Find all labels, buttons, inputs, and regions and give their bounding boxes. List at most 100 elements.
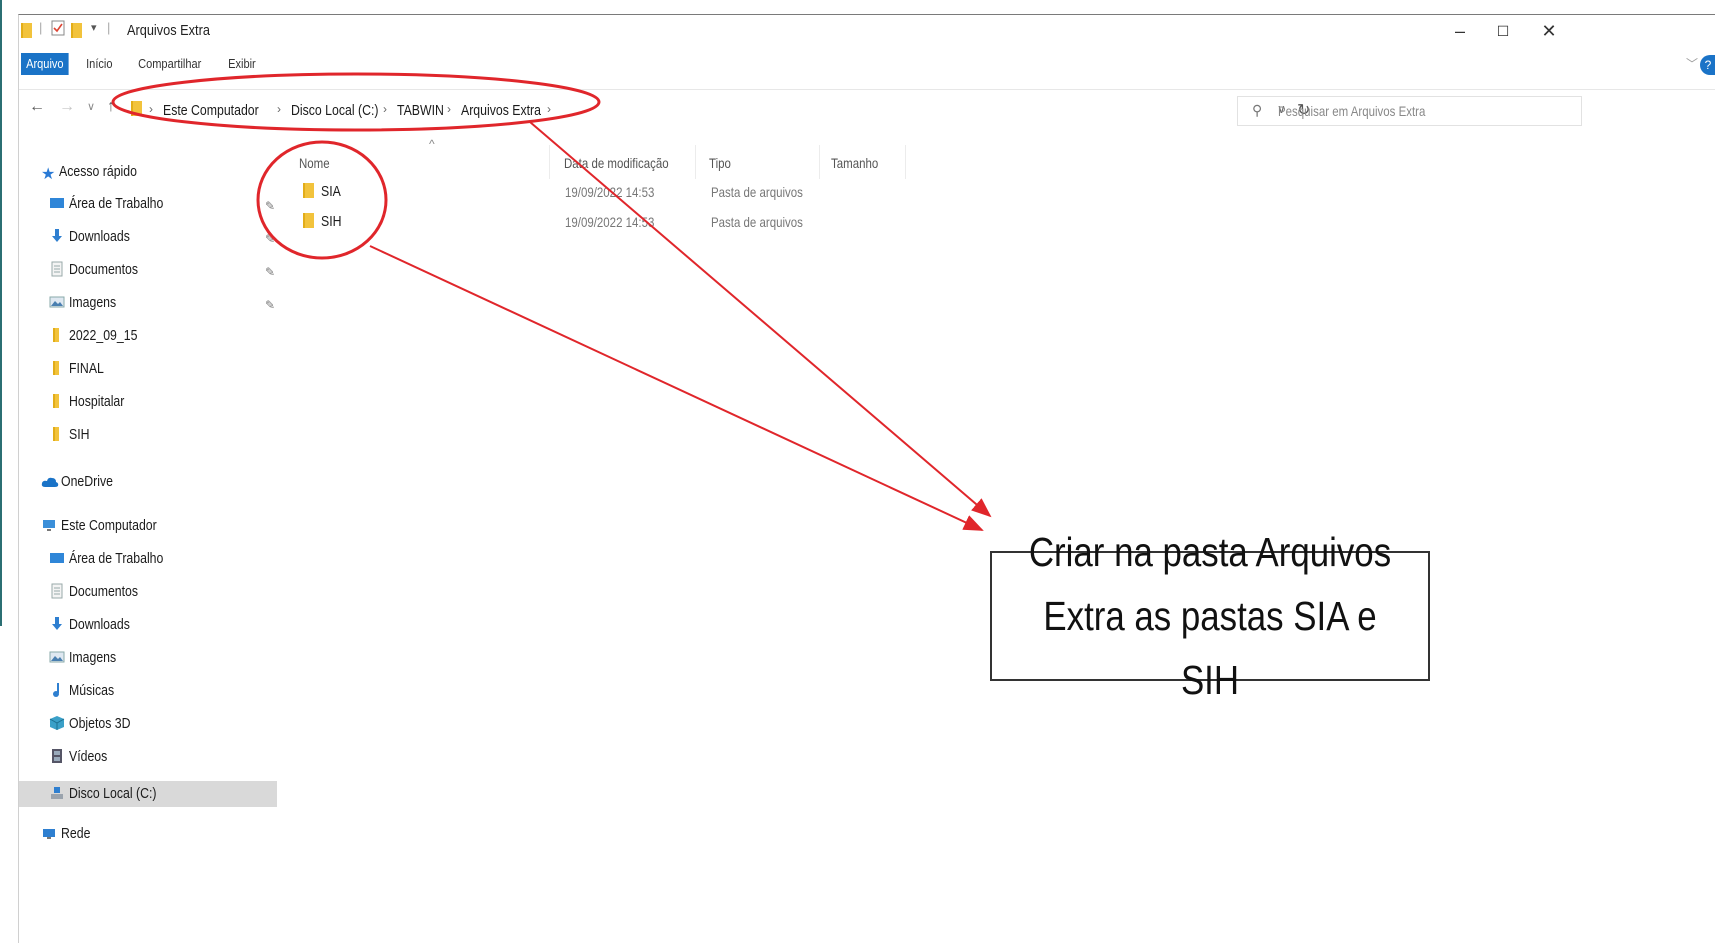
close-button[interactable]: ✕: [1529, 19, 1569, 43]
search-icon: ⚲: [1252, 102, 1263, 118]
instruction-callout: Criar na pasta Arquivos Extra as pastas …: [990, 529, 1430, 703]
breadcrumb-disco-local[interactable]: Disco Local (C:): [291, 102, 378, 119]
up-arrow-icon[interactable]: ↑: [107, 98, 115, 116]
star-icon: ★: [41, 166, 56, 183]
tab-exibir[interactable]: Exibir: [223, 53, 261, 75]
column-divider[interactable]: [549, 145, 550, 179]
file-row[interactable]: SIH 19/09/2022 14:53 Pasta de arquivos: [301, 209, 831, 237]
expand-ribbon-chevron-icon[interactable]: ﹀: [1686, 55, 1698, 72]
document-icon: [49, 261, 65, 277]
video-icon: [49, 748, 65, 764]
column-header-tipo[interactable]: Tipo: [709, 155, 731, 171]
pin-icon[interactable]: ✎: [265, 265, 275, 279]
window-title: Arquivos Extra: [127, 22, 210, 39]
tab-arquivo[interactable]: Arquivo: [21, 53, 69, 75]
column-header-data[interactable]: Data de modificação: [564, 155, 669, 171]
column-header-tamanho[interactable]: Tamanho: [831, 155, 878, 171]
download-icon: [49, 616, 65, 632]
nav-item[interactable]: Músicas: [49, 682, 124, 708]
nav-onedrive[interactable]: OneDrive: [41, 473, 124, 499]
nav-item-label: Documentos: [69, 583, 139, 600]
search-box[interactable]: ⚲ Pesquisar em Arquivos Extra: [1237, 96, 1582, 126]
file-type: Pasta de arquivos: [711, 214, 803, 230]
folder-icon: [49, 426, 65, 442]
pin-icon[interactable]: ✎: [265, 298, 275, 312]
file-type: Pasta de arquivos: [711, 184, 803, 200]
nav-item[interactable]: Imagens: [49, 294, 127, 320]
separator: |: [107, 20, 111, 35]
nav-item[interactable]: Documentos: [49, 583, 153, 609]
nav-item-label: Downloads: [69, 616, 130, 633]
instruction-text: Criar na pasta Arquivos Extra as pastas …: [1028, 529, 1392, 703]
chevron-right-icon[interactable]: ›: [547, 102, 551, 116]
chevron-right-icon[interactable]: ›: [383, 102, 387, 116]
file-modified: 19/09/2022 14:53: [565, 184, 655, 200]
nav-item[interactable]: Hospitalar: [49, 393, 137, 419]
image-icon: [49, 649, 65, 665]
folder-icon: [49, 393, 65, 409]
column-divider[interactable]: [905, 145, 906, 179]
navigation-pane: ★ Acesso rápido Área de Trabalho ✎ Download…: [19, 145, 279, 943]
column-divider[interactable]: [819, 145, 820, 179]
column-header-nome[interactable]: Nome: [299, 155, 330, 171]
cube-icon: [49, 715, 65, 731]
nav-item-label: Disco Local (C:): [69, 785, 157, 802]
nav-item[interactable]: Downloads: [49, 616, 143, 642]
nav-item-label: Imagens: [69, 294, 117, 311]
nav-item[interactable]: Objetos 3D: [49, 715, 144, 741]
maximize-button[interactable]: ☐: [1483, 19, 1523, 43]
nav-item-label: Imagens: [69, 649, 117, 666]
pin-icon[interactable]: ✎: [265, 199, 275, 213]
tab-inicio[interactable]: Início: [81, 53, 118, 75]
chevron-right-icon[interactable]: ›: [149, 102, 153, 116]
desktop-icon: [49, 195, 65, 211]
nav-item-label: Vídeos: [69, 748, 108, 765]
folder-icon: [131, 101, 142, 121]
search-placeholder[interactable]: Pesquisar em Arquivos Extra: [1278, 103, 1425, 119]
nav-item-label: FINAL: [69, 360, 104, 377]
chevron-right-icon[interactable]: ›: [447, 102, 451, 116]
address-bar[interactable]: › Este Computador › Disco Local (C:) › T…: [129, 96, 1327, 124]
minimize-button[interactable]: –: [1440, 19, 1480, 43]
nav-rede[interactable]: Rede: [41, 825, 97, 851]
nav-item[interactable]: Vídeos: [49, 748, 116, 774]
nav-item[interactable]: Disco Local (C:): [19, 781, 277, 807]
nav-item[interactable]: SIH: [49, 426, 94, 452]
properties-icon[interactable]: [51, 20, 65, 36]
nav-item[interactable]: Área de Trabalho: [49, 550, 184, 576]
breadcrumb-este-computador[interactable]: Este Computador: [163, 102, 259, 119]
download-icon: [49, 228, 65, 244]
chevron-right-icon[interactable]: ›: [277, 102, 281, 116]
navigation-row: ← → ∨ ↑ › Este Computador › Disco Local …: [19, 89, 1715, 130]
recent-locations-chevron-icon[interactable]: ∨: [87, 100, 95, 113]
nav-item[interactable]: Downloads: [49, 228, 143, 254]
nav-item[interactable]: Imagens: [49, 649, 127, 675]
nav-item-label: Objetos 3D: [69, 715, 131, 732]
nav-quick-access[interactable]: ★ Acesso rápido: [41, 163, 154, 189]
new-folder-icon[interactable]: [71, 23, 82, 39]
nav-este-computador[interactable]: Este Computador: [41, 517, 178, 543]
customize-toolbar-icon[interactable]: ▾: [91, 21, 97, 37]
nav-item[interactable]: 2022_09_15: [49, 327, 152, 353]
folder-icon: [21, 23, 32, 39]
title-bar: | ▾ | Arquivos Extra – ☐ ✕: [19, 15, 1715, 47]
nav-item-label: Músicas: [69, 682, 115, 699]
nav-item[interactable]: Área de Trabalho: [49, 195, 184, 221]
forward-arrow-icon[interactable]: →: [59, 98, 75, 116]
nav-item[interactable]: Documentos: [49, 261, 153, 287]
separator: |: [39, 20, 43, 35]
ribbon-tabs: Arquivo Início Compartilhar Exibir: [19, 49, 1715, 79]
column-divider[interactable]: [695, 145, 696, 179]
pin-icon[interactable]: ✎: [265, 232, 275, 246]
file-row[interactable]: SIA 19/09/2022 14:53 Pasta de arquivos: [301, 179, 831, 207]
nav-item-label: Hospitalar: [69, 393, 125, 410]
nav-item[interactable]: FINAL: [49, 360, 112, 386]
tab-compartilhar[interactable]: Compartilhar: [133, 53, 206, 75]
help-button[interactable]: ?: [1700, 55, 1715, 75]
breadcrumb-arquivos-extra[interactable]: Arquivos Extra: [461, 102, 541, 119]
folder-icon: [303, 183, 314, 203]
folder-icon: [303, 213, 314, 233]
back-arrow-icon[interactable]: ←: [29, 98, 45, 116]
folder-icon: [49, 360, 65, 376]
breadcrumb-tabwin[interactable]: TABWIN: [397, 102, 444, 119]
